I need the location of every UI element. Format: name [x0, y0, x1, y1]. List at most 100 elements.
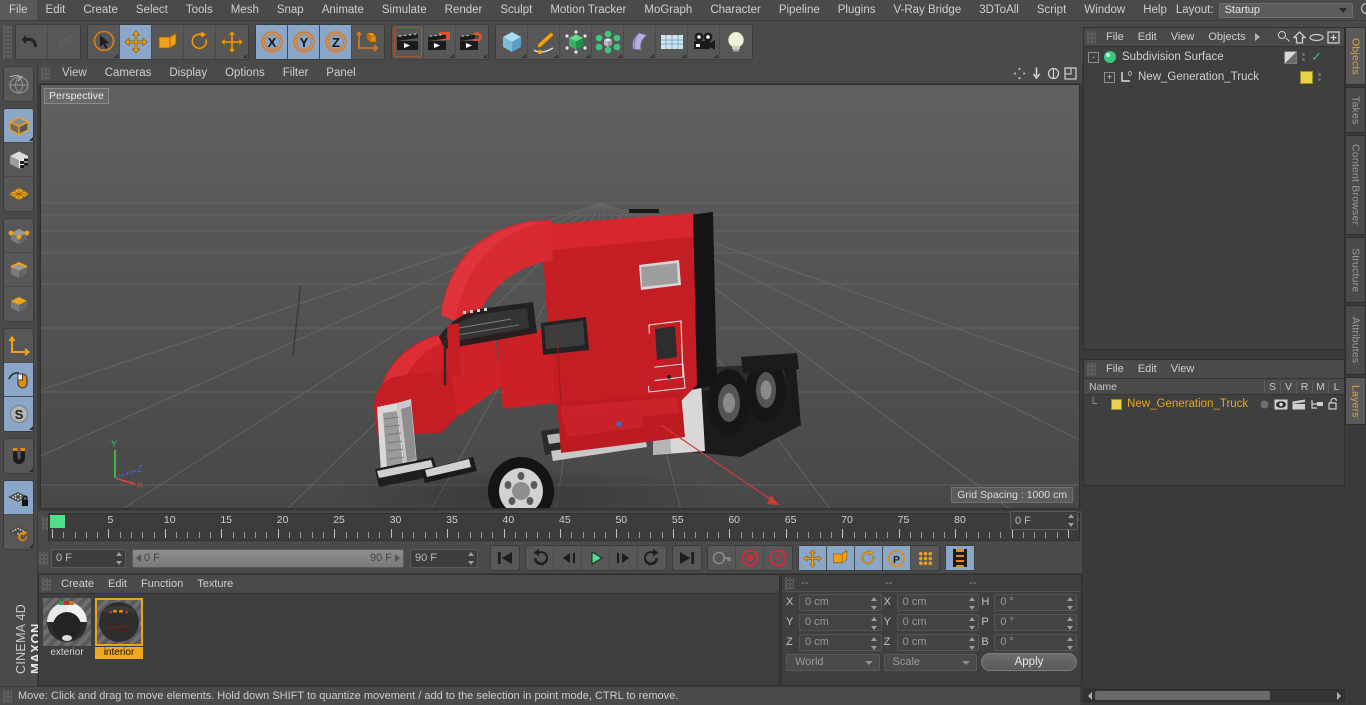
make-editable-button[interactable] [4, 67, 33, 101]
viewport-menu-cameras[interactable]: Cameras [96, 63, 161, 83]
lock-workplane-button[interactable] [4, 481, 33, 515]
layer-manager-grip[interactable] [1087, 362, 1096, 376]
preview-end-field[interactable]: 0 F [1010, 511, 1078, 530]
move-tool-button[interactable] [120, 25, 152, 59]
dock-tab-attributes[interactable]: Attributes [1345, 305, 1366, 375]
viewport-menu-panel[interactable]: Panel [317, 63, 364, 83]
play-button[interactable] [582, 546, 610, 570]
menu-item-3dtoall[interactable]: 3DToAll [970, 0, 1028, 20]
coord-field-rot-b[interactable]: 0 ° [994, 633, 1078, 651]
play-forwards-loop-button[interactable] [638, 546, 666, 570]
visibility-dots-icon[interactable] [1302, 53, 1306, 61]
coord-field-size-y[interactable]: 0 cm [896, 613, 980, 631]
visibility-dots-icon[interactable] [1318, 73, 1322, 81]
coord-field-rot-p[interactable]: 0 ° [994, 613, 1078, 631]
scrollbar-thumb[interactable] [1095, 691, 1270, 700]
points-mode-button[interactable] [4, 219, 33, 253]
subdivision-surface-icon[interactable] [1103, 50, 1117, 64]
menu-item-create[interactable]: Create [74, 0, 127, 20]
lock-y-axis-button[interactable]: Y [288, 25, 320, 59]
dock-tab-objects[interactable]: Objects [1345, 27, 1366, 85]
scroll-left-arrow-icon[interactable] [1084, 690, 1095, 701]
apply-button[interactable]: Apply [981, 653, 1077, 671]
material-tag-icon[interactable] [1300, 70, 1313, 84]
add-environment-button[interactable] [656, 25, 688, 59]
scroll-right-arrow-icon[interactable] [1333, 690, 1344, 701]
menu-item-edit[interactable]: Edit [37, 0, 75, 20]
timeline-filmstrip-button[interactable] [946, 546, 974, 570]
maximize-view-icon[interactable] [1063, 66, 1078, 81]
object-row[interactable]: +0 New_Generation_Truck [1084, 67, 1344, 87]
coord-field-pos-y[interactable]: 0 cm [799, 613, 882, 631]
timeline-controls-grip[interactable] [39, 551, 48, 565]
menu-item-script[interactable]: Script [1028, 0, 1075, 20]
stepper-icon[interactable] [871, 596, 878, 610]
layer-color-swatch[interactable] [1111, 398, 1123, 410]
solo-dot-icon[interactable] [1258, 400, 1271, 409]
current-frame-marker[interactable] [50, 515, 65, 528]
add-spline-button[interactable] [528, 25, 560, 59]
enable-axis-modification-button[interactable] [4, 363, 33, 397]
home-icon[interactable] [1293, 30, 1306, 44]
keyframe-selection-button[interactable]: ? [764, 546, 792, 570]
stepper-icon[interactable] [1066, 636, 1073, 650]
stepper-icon[interactable] [467, 551, 474, 565]
move-view-icon[interactable] [1012, 66, 1027, 81]
range-right-arrow-icon[interactable] [395, 554, 400, 562]
menu-item-plugins[interactable]: Plugins [829, 0, 885, 20]
layer-manager-menu-edit[interactable]: Edit [1131, 360, 1164, 379]
object-manager-grip[interactable] [1087, 30, 1096, 44]
layer-col-r[interactable]: R [1296, 380, 1312, 393]
model-mode-button[interactable] [4, 109, 33, 143]
timeline-range-bar[interactable]: 0 F 90 F [132, 548, 404, 568]
menu-item-mesh[interactable]: Mesh [222, 0, 268, 20]
status-bar-grip[interactable] [3, 689, 12, 703]
workplane-mode-button[interactable] [4, 177, 33, 211]
world-object-coordinates-button[interactable] [352, 25, 384, 59]
layer-row[interactable]: └ New_Generation_Truck [1084, 395, 1344, 413]
soft-selection-button[interactable]: S [4, 397, 33, 431]
coord-field-size-z[interactable]: 0 cm [896, 633, 980, 651]
texture-mode-button[interactable] [4, 143, 33, 177]
object-manager-menu-view[interactable]: View [1164, 28, 1202, 47]
lock-x-axis-button[interactable]: X [256, 25, 288, 59]
object-manager-menu-edit[interactable]: Edit [1131, 28, 1164, 47]
lock-open-icon[interactable] [1328, 398, 1342, 410]
object-manager-menu-objects[interactable]: Objects [1201, 28, 1252, 47]
search-icon[interactable] [1358, 1, 1366, 19]
object-expander-icon[interactable]: + [1104, 71, 1115, 83]
dock-tab-layers[interactable]: Layers [1345, 377, 1366, 425]
layer-manager-menu-view[interactable]: View [1164, 360, 1202, 379]
record-parameter-button[interactable] [911, 546, 939, 570]
coord-field-pos-x[interactable]: 0 cm [799, 593, 882, 611]
viewport-grip[interactable] [41, 66, 50, 80]
move-duplicate-button[interactable] [216, 25, 248, 59]
toolbar-grip[interactable] [3, 25, 12, 59]
render-view-button[interactable] [392, 25, 424, 59]
search-icon[interactable] [1277, 30, 1290, 44]
edges-mode-button[interactable] [4, 253, 33, 287]
menu-item-character[interactable]: Character [701, 0, 770, 20]
display-tag-icon[interactable] [1284, 50, 1298, 64]
render-settings-button[interactable] [456, 25, 488, 59]
ellipse-icon[interactable] [1309, 31, 1324, 44]
layer-col-s[interactable]: S [1264, 380, 1280, 393]
lock-z-axis-button[interactable]: Z [320, 25, 352, 59]
viewport-menu-options[interactable]: Options [216, 63, 274, 83]
autokeying-button[interactable] [708, 546, 736, 570]
live-selection-button[interactable] [88, 25, 120, 59]
layer-col-v[interactable]: V [1280, 380, 1296, 393]
pan-view-icon[interactable] [1029, 66, 1044, 81]
size-mode-select[interactable]: Scale [883, 653, 977, 671]
add-array-button[interactable] [592, 25, 624, 59]
polygons-mode-button[interactable] [4, 287, 33, 321]
coord-field-pos-z[interactable]: 0 cm [799, 633, 882, 651]
menu-item-sculpt[interactable]: Sculpt [491, 0, 541, 20]
record-rotation-button[interactable] [855, 546, 883, 570]
stepper-icon[interactable] [968, 636, 975, 650]
enabled-check-icon[interactable]: ✓ [1311, 50, 1322, 63]
menu-item-select[interactable]: Select [127, 0, 177, 20]
menu-item-file[interactable]: File [0, 0, 37, 20]
material-menu-create[interactable]: Create [54, 575, 101, 594]
view-eye-icon[interactable] [1274, 399, 1289, 410]
